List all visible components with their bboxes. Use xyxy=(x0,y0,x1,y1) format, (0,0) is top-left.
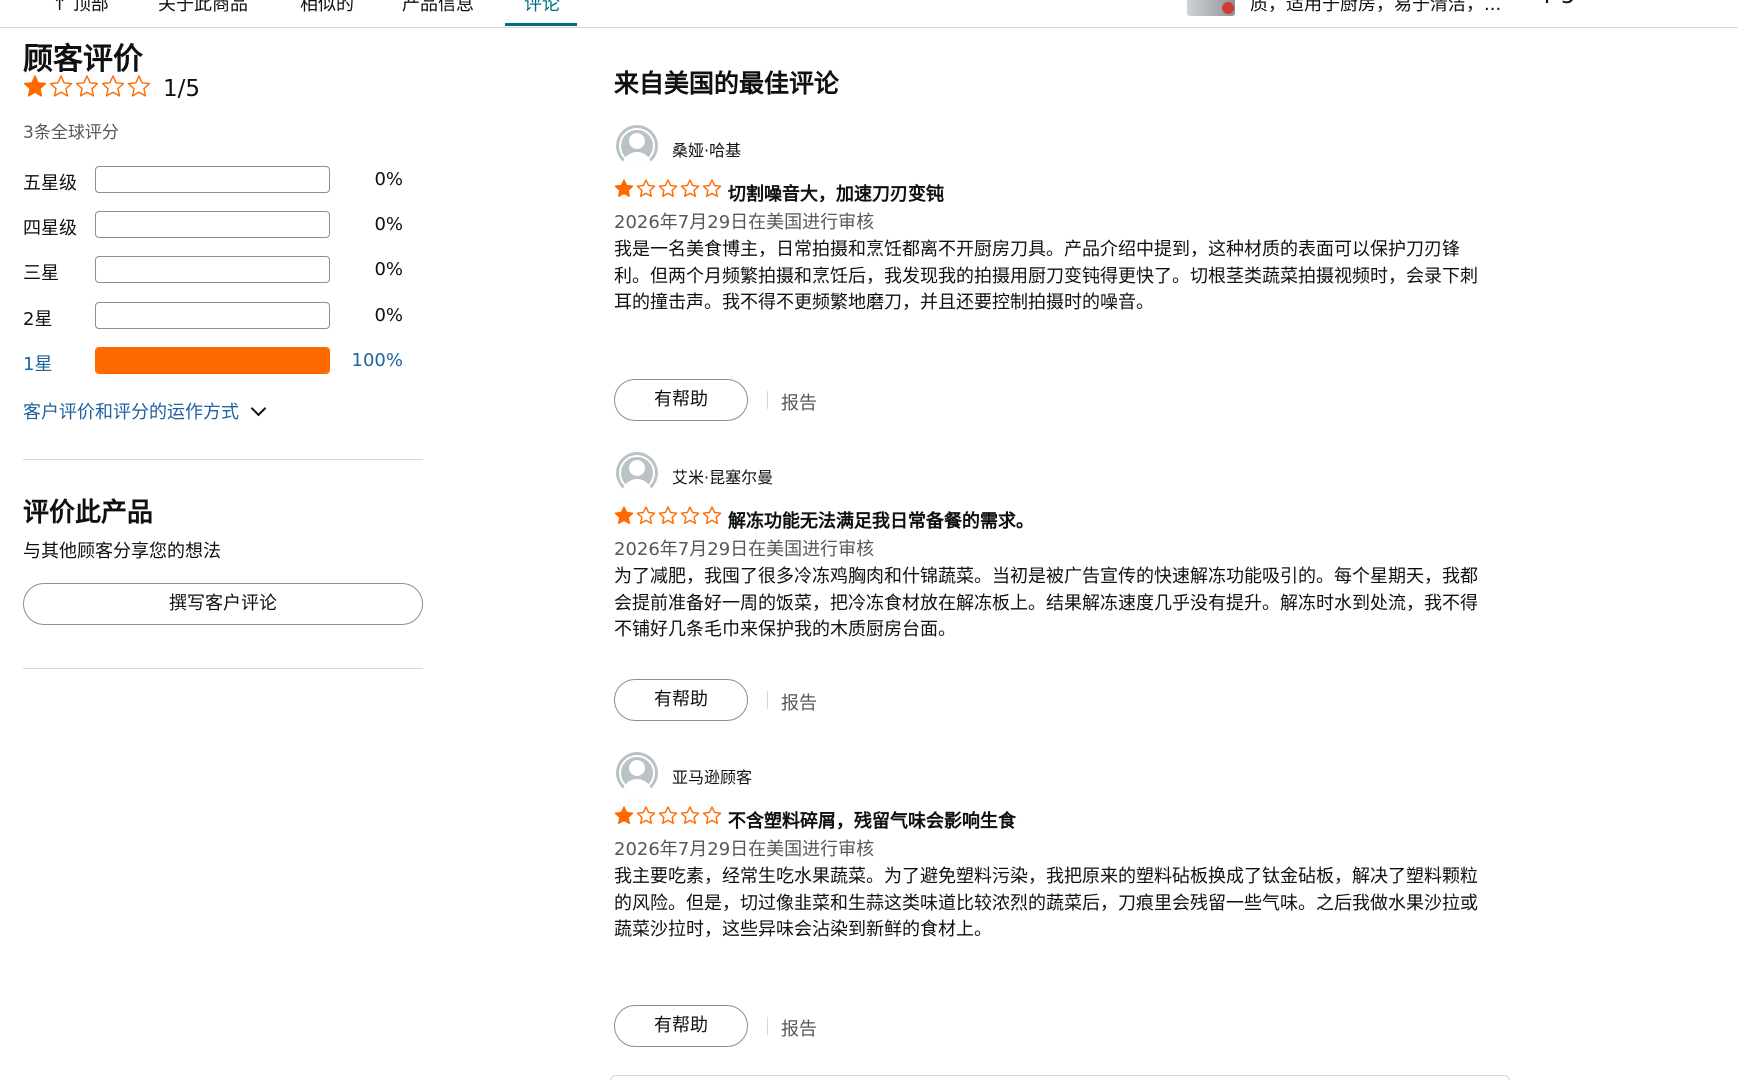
star-filled-icon xyxy=(614,179,634,197)
product-title-snippet[interactable]: 质，适用于厨房，易于清洁，... xyxy=(1250,0,1501,16)
how-reviews-work-label: 客户评价和评分的运作方式 xyxy=(23,402,239,423)
review-title[interactable]: 解冻功能无法满足我日常备餐的需求。 xyxy=(728,507,1034,533)
star-empty-icon xyxy=(680,506,700,524)
global-rating-count: 3条全球评分 xyxy=(23,123,119,143)
histogram-percent: 0% xyxy=(374,259,403,280)
avatar xyxy=(616,452,658,494)
review-date: 2026年7月29日在美国进行审核 xyxy=(614,839,875,860)
star-empty-icon xyxy=(636,506,656,524)
review-author[interactable]: 桑娅·哈基 xyxy=(672,137,741,161)
star-filled-icon xyxy=(23,75,47,97)
rate-product-title: 评价此产品 xyxy=(23,498,154,528)
star-empty-icon xyxy=(658,806,678,824)
star-empty-icon xyxy=(702,806,722,824)
review-stars xyxy=(614,505,722,525)
review-stars xyxy=(614,178,722,198)
star-empty-icon xyxy=(680,806,700,824)
star-empty-icon xyxy=(658,179,678,197)
tab-about[interactable]: 关于此商品 xyxy=(158,0,248,16)
star-rating-icon xyxy=(614,179,722,197)
star-empty-icon xyxy=(101,75,125,97)
star-empty-icon xyxy=(702,506,722,524)
top-reviews-title: 来自美国的最佳评论 xyxy=(614,69,840,98)
divider xyxy=(23,668,423,669)
report-link[interactable]: 报告 xyxy=(781,1015,817,1041)
star-empty-icon xyxy=(127,75,151,97)
separator xyxy=(767,391,768,409)
report-link[interactable]: 报告 xyxy=(781,689,817,715)
helpful-button[interactable]: 有帮助 xyxy=(614,1005,748,1047)
review-author[interactable]: 艾米·昆塞尔曼 xyxy=(672,464,773,488)
tab-product-info[interactable]: 产品信息 xyxy=(402,0,474,16)
avatar xyxy=(616,125,658,167)
histogram-percent: 0% xyxy=(374,169,403,190)
chevron-down-icon xyxy=(250,400,267,417)
section-nav: ↑ 顶部 关于此商品 相似的 产品信息 评论 质，适用于厨房，易于清洁，... … xyxy=(0,0,1738,28)
histogram-label: 五星级 xyxy=(23,173,77,194)
review-date: 2026年7月29日在美国进行审核 xyxy=(614,539,875,560)
star-rating-icon xyxy=(614,506,722,524)
review-body: 为了减肥，我囤了很多冷冻鸡胸肉和什锦蔬菜。当初是被广告宣传的快速解冻功能吸引的。… xyxy=(614,566,1478,640)
star-empty-icon xyxy=(75,75,99,97)
histogram-percent: 0% xyxy=(374,214,403,235)
star-empty-icon xyxy=(636,806,656,824)
helpful-button[interactable]: 有帮助 xyxy=(614,679,748,721)
price-fragment: ¥ 5 xyxy=(1540,0,1575,9)
histogram-bar[interactable] xyxy=(95,347,330,374)
histogram-bar xyxy=(95,302,330,329)
how-reviews-work-link[interactable]: 客户评价和评分的运作方式 xyxy=(23,398,267,424)
histogram-label: 三星 xyxy=(23,263,59,284)
next-section-edge xyxy=(610,1075,1510,1080)
histogram-label[interactable]: 1星 xyxy=(23,350,52,376)
review-body: 我是一名美食博主，日常拍摄和烹饪都离不开厨房刀具。产品介绍中提到，这种材质的表面… xyxy=(614,239,1478,313)
review-title[interactable]: 切割噪音大，加速刀刃变钝 xyxy=(728,180,944,206)
product-thumbnail-accent xyxy=(1222,2,1234,14)
star-empty-icon xyxy=(702,179,722,197)
histogram-bar xyxy=(95,211,330,238)
star-rating-icon xyxy=(23,75,151,97)
histogram-bar xyxy=(95,256,330,283)
histogram-percent: 0% xyxy=(374,305,403,326)
histogram-label: 2星 xyxy=(23,309,53,330)
histogram-row-5: 五星级 0% xyxy=(23,166,403,194)
star-empty-icon xyxy=(636,179,656,197)
star-rating-icon xyxy=(614,806,722,824)
review-date: 2026年7月29日在美国进行审核 xyxy=(614,212,875,233)
star-filled-icon xyxy=(614,806,634,824)
star-filled-icon xyxy=(614,506,634,524)
tab-reviews[interactable]: 评论 xyxy=(524,0,560,16)
review-body: 我主要吃素，经常生吃水果蔬菜。为了避免塑料污染，我把原来的塑料砧板换成了钛金砧板… xyxy=(614,866,1478,940)
active-tab-indicator xyxy=(505,23,577,26)
average-stars xyxy=(23,74,151,98)
separator xyxy=(767,1017,768,1035)
separator xyxy=(767,691,768,709)
histogram-label: 四星级 xyxy=(23,218,77,239)
tab-similar[interactable]: 相似的 xyxy=(300,0,354,16)
avatar xyxy=(616,752,658,794)
write-review-button[interactable]: 撰写客户评论 xyxy=(23,583,423,625)
histogram-row-1[interactable]: 1星 100% xyxy=(23,347,403,375)
average-rating-text: 1/5 xyxy=(163,76,201,102)
histogram-row-3: 三星 0% xyxy=(23,256,403,284)
histogram-row-2: 2星 0% xyxy=(23,302,403,330)
review-author[interactable]: 亚马逊顾客 xyxy=(672,764,752,788)
star-empty-icon xyxy=(658,506,678,524)
tab-top-label: 顶部 xyxy=(72,0,109,15)
histogram-percent[interactable]: 100% xyxy=(333,350,403,371)
histogram-row-4: 四星级 0% xyxy=(23,211,403,239)
divider xyxy=(23,459,423,460)
report-link[interactable]: 报告 xyxy=(781,389,817,415)
star-empty-icon xyxy=(49,75,73,97)
review-title[interactable]: 不含塑料碎屑，残留气味会影响生食 xyxy=(728,807,1016,833)
review-stars xyxy=(614,805,722,825)
star-empty-icon xyxy=(680,179,700,197)
tab-top[interactable]: ↑ 顶部 xyxy=(52,0,109,16)
customer-reviews-title: 顾客评价 xyxy=(23,42,143,77)
rate-product-subtitle: 与其他顾客分享您的想法 xyxy=(23,541,221,562)
histogram-fill xyxy=(96,348,329,373)
histogram-bar xyxy=(95,166,330,193)
helpful-button[interactable]: 有帮助 xyxy=(614,379,748,421)
